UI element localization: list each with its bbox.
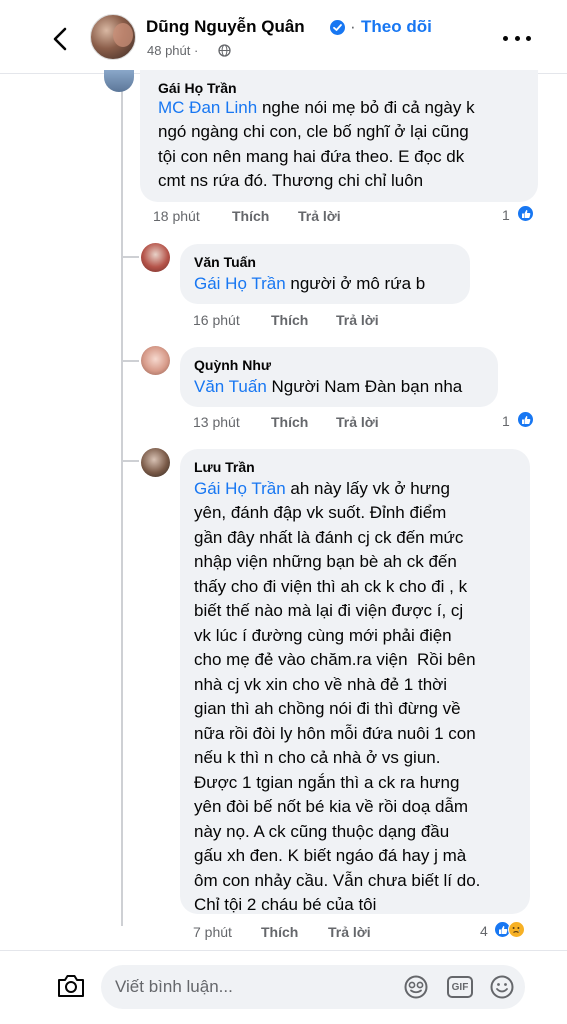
comment-text-line: người ở mô rứa b (285, 274, 426, 293)
sticker-icon[interactable] (403, 974, 429, 1000)
reply-button[interactable]: Trả lời (336, 312, 379, 328)
comment-time[interactable]: 13 phút (193, 414, 271, 430)
comment-input[interactable] (115, 965, 375, 1009)
more-dot (526, 35, 531, 41)
comment-text: MC Đan Linh nghe nói mẹ bỏ đi cả ngày k (158, 96, 475, 121)
avatar[interactable] (141, 346, 170, 375)
comment-box[interactable]: GIF (101, 965, 525, 1009)
avatar[interactable] (141, 448, 170, 477)
like-button[interactable]: Thích (232, 208, 298, 224)
mention-link[interactable]: MC Đan Linh (158, 98, 257, 117)
back-button[interactable] (46, 24, 74, 54)
back-arrow-icon (53, 27, 67, 51)
follow-button[interactable]: Theo dõi (361, 17, 432, 37)
more-options-button[interactable] (500, 28, 534, 48)
reply-button[interactable]: Trả lời (298, 208, 341, 224)
emoji-icon[interactable] (489, 974, 515, 1000)
comment-text-line: ah này lấy vk ở hưng (285, 479, 450, 498)
header-separator: · (350, 17, 356, 36)
mention-link[interactable]: Gái Họ Trần (194, 479, 286, 498)
gif-icon: GIF (451, 981, 469, 993)
comment-text: yên, đánh đập vk suốt. Đỉnh điểm gần đây… (194, 503, 481, 914)
comment-author[interactable]: Văn Tuấn (194, 254, 256, 270)
comment-author[interactable]: Quỳnh Như (194, 357, 271, 373)
comment-author[interactable]: Lưu Trần (194, 459, 255, 475)
like-button[interactable]: Thích (271, 414, 336, 430)
comment-text: Gái Họ Trần ah này lấy vk ở hưng (194, 477, 450, 502)
like-button[interactable]: Thích (261, 924, 328, 940)
author-avatar[interactable] (90, 14, 136, 60)
thread-line (121, 76, 123, 926)
comment-text: Văn Tuấn Người Nam Đàn bạn nha (194, 375, 462, 400)
avatar[interactable] (104, 70, 134, 92)
camera-icon[interactable] (56, 972, 86, 1000)
globe-icon (218, 44, 231, 57)
comment-meta: 18 phút Thích Trả lời (153, 208, 341, 224)
reaction-count[interactable]: 4 (480, 923, 488, 939)
reaction-count[interactable]: 1 (502, 413, 510, 429)
comment-text-line: nghe nói mẹ bỏ đi cả ngày k (257, 98, 475, 117)
more-dot (514, 35, 520, 41)
comment-meta: 16 phút Thích Trả lời (193, 312, 379, 328)
mention-link[interactable]: Văn Tuấn (194, 377, 267, 396)
thread-line (121, 360, 139, 362)
thread-line (121, 460, 139, 462)
gif-button[interactable]: GIF (447, 976, 473, 998)
avatar[interactable] (141, 243, 170, 272)
comment-meta: 7 phút Thích Trả lời (193, 924, 371, 940)
comment-time[interactable]: 18 phút (153, 208, 232, 224)
thread-line (121, 256, 139, 258)
comment-time[interactable]: 16 phút (193, 312, 271, 328)
comment-composer: GIF (0, 950, 567, 1024)
like-button[interactable]: Thích (271, 312, 336, 328)
more-dots-icon (503, 35, 508, 41)
post-header: Dũng Nguyễn Quân · Theo dõi 48 phút · (0, 0, 567, 74)
reply-button[interactable]: Trả lời (328, 924, 371, 940)
reply-button[interactable]: Trả lời (336, 414, 379, 430)
comment-author[interactable]: Gái Họ Trần (158, 80, 237, 96)
like-icon (517, 205, 534, 222)
post-timestamp[interactable]: 48 phút · (147, 43, 198, 58)
comment-text-line: Người Nam Đàn bạn nha (266, 377, 463, 396)
author-name[interactable]: Dũng Nguyễn Quân (146, 17, 305, 37)
reaction-count[interactable]: 1 (502, 207, 510, 223)
verified-badge-icon (330, 20, 345, 35)
mention-link[interactable]: Gái Họ Trần (194, 274, 286, 293)
sad-icon (508, 921, 525, 938)
comment-text: ngó ngàng chi con, cle bố nghĩ ở lại cũn… (158, 122, 469, 190)
comment-text: Gái Họ Trần người ở mô rứa b (194, 272, 425, 297)
like-icon (517, 411, 534, 428)
comment-meta: 13 phút Thích Trả lời (193, 414, 379, 430)
comment-time[interactable]: 7 phút (193, 924, 261, 940)
